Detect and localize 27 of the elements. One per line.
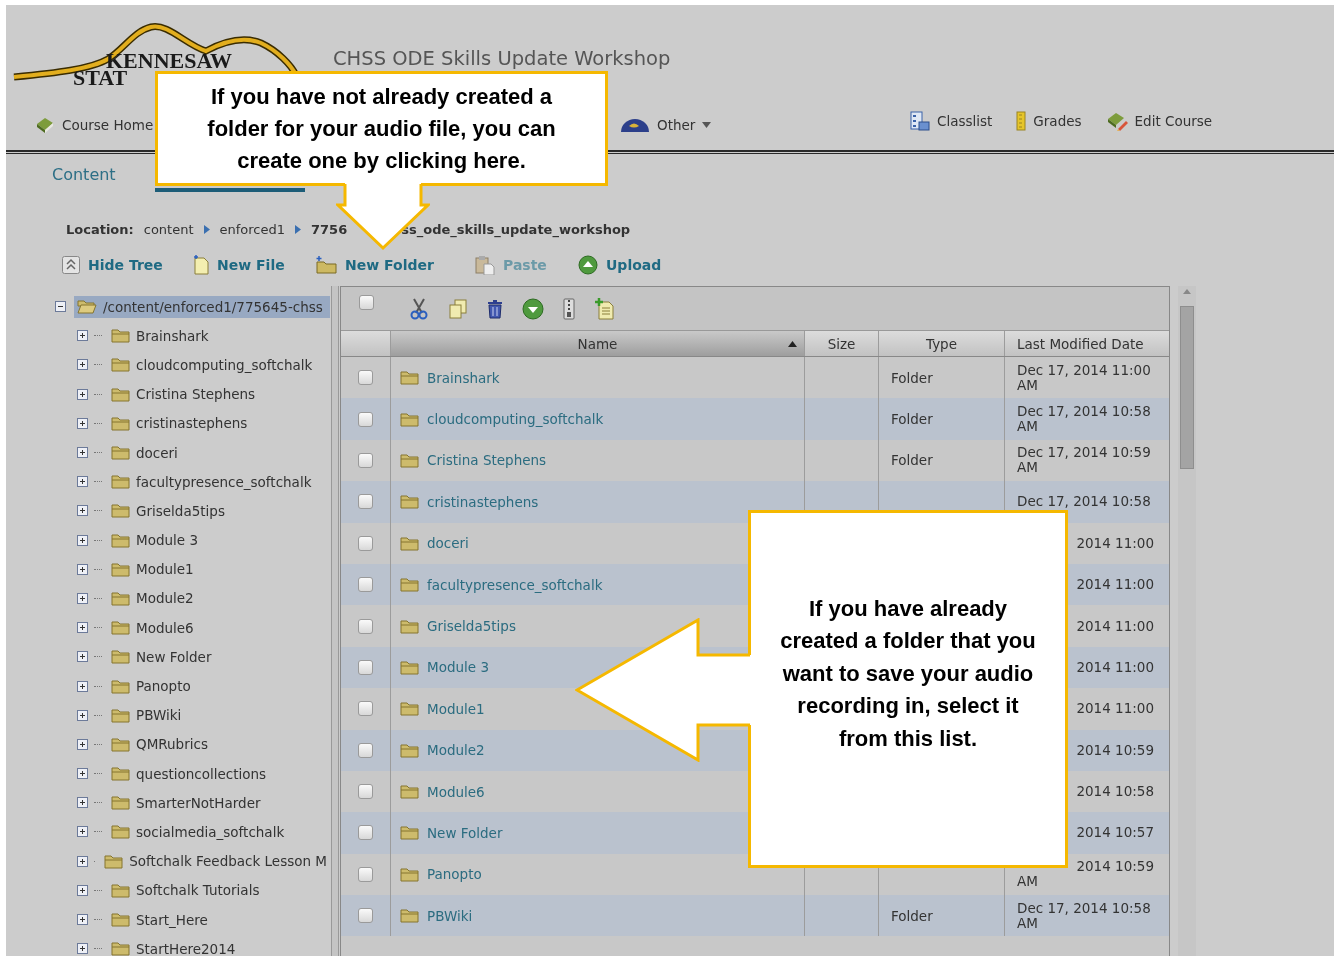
date-text: 2014 11:00: [1076, 659, 1154, 675]
table-cell: Folder: [879, 398, 1005, 440]
course-title: CHSS ODE Skills Update Workshop: [333, 47, 671, 71]
date-text: Dec 17, 2014 10:58: [1017, 404, 1151, 420]
date-text: 2014 11:00: [1076, 577, 1154, 593]
date-text: AM: [1017, 377, 1038, 393]
date-text: 2014 10:59: [1076, 859, 1154, 875]
table-cell: Folder: [879, 895, 1005, 937]
date-text: Dec 17, 2014 10:58: [1017, 900, 1151, 916]
date-text: Dec 17, 2014 10:59: [1017, 445, 1151, 461]
date-text: Dec 17, 2014 11:00: [1017, 362, 1151, 378]
date-text: AM: [1017, 419, 1038, 435]
date-text: AM: [1017, 874, 1038, 890]
breadcrumb-current: 7756: [311, 221, 348, 237]
location-label: Location:: [66, 221, 134, 237]
callout-tooltip: If you have already created a folder that you want to save your audio recording in, select it from this list.: [748, 510, 1068, 868]
date-text: Dec 17, 2014 10:58: [1017, 494, 1151, 510]
date-text: AM: [1017, 915, 1038, 931]
date-text: 2014 11:00: [1076, 535, 1154, 551]
date-text: AM: [1017, 460, 1038, 476]
date-text: 2014 10:58: [1076, 784, 1154, 800]
callout-tooltip: If you have not already created a folder for your audio file, you can create one by clicking here.: [155, 71, 608, 186]
breadcrumb-current: ss_ode_skills_update_workshop: [401, 221, 631, 237]
date-text: 2014 10:57: [1076, 825, 1154, 841]
date-text: 2014 11:00: [1076, 618, 1154, 634]
date-text: 2014 10:59: [1076, 742, 1154, 758]
date-text: 2014 11:00: [1076, 701, 1154, 717]
